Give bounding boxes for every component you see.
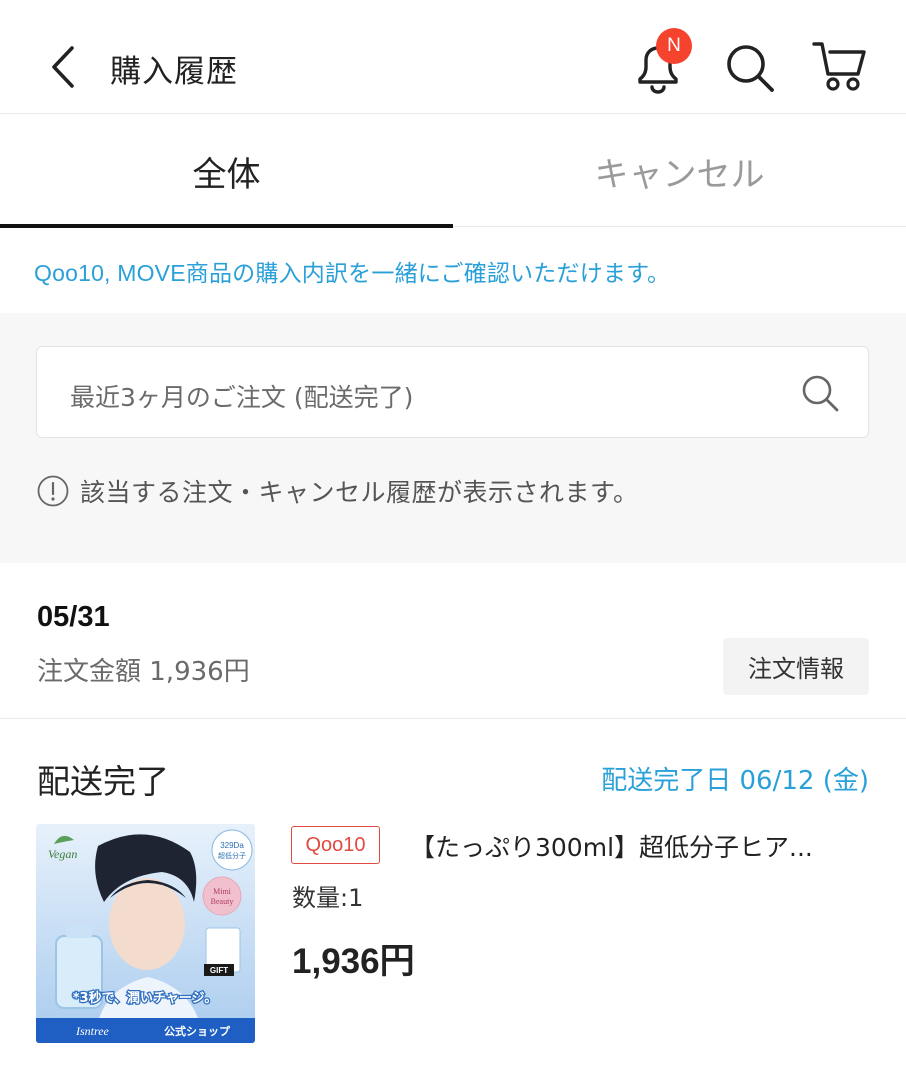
award-line1: Mimi: [213, 887, 232, 896]
search-icon[interactable]: [718, 34, 782, 98]
gift-label: GIFT: [210, 966, 228, 975]
order-date: 05/31: [37, 601, 110, 633]
search-section: 最近3ヶ月のご注文 (配送完了) 該当する注文・キャンセル履歴が表示されます。: [0, 313, 906, 563]
back-chevron-left-icon[interactable]: [40, 42, 86, 92]
top-header: 購入履歴 N: [0, 0, 906, 114]
tab-all-label: 全体: [192, 154, 261, 195]
info-line: 該当する注文・キャンセル履歴が表示されます。: [36, 473, 639, 509]
tagline: *3秒で、潤いチャージ。: [73, 990, 218, 1006]
product-image[interactable]: Vegan 329Da 超低分子 Mimi Beauty GIFT *3秒で、潤…: [36, 824, 255, 1043]
order-amount: 注文金額 1,936円: [37, 657, 250, 687]
cart-icon[interactable]: [808, 34, 872, 98]
info-exclamation-icon: [37, 475, 69, 507]
vegan-label: Vegan: [48, 847, 77, 861]
order-search-input[interactable]: 最近3ヶ月のご注文 (配送完了): [36, 346, 869, 438]
award-line2: Beauty: [211, 897, 234, 906]
tab-bar: 全体 キャンセル: [0, 115, 906, 228]
search-icon[interactable]: [798, 371, 842, 415]
product-price: 1,936円: [292, 942, 415, 981]
brand-label: Isntree: [75, 1024, 110, 1038]
notification-badge: N: [656, 28, 692, 64]
notice-text: Qoo10, MOVE商品の購入内訳を一緒にご確認いただけます。: [34, 260, 671, 286]
molecule-label: 超低分子: [218, 851, 246, 860]
page-title: 購入履歴: [110, 54, 238, 90]
tab-all[interactable]: 全体: [0, 115, 453, 228]
qoo10-platform-badge: Qoo10: [291, 826, 380, 864]
delivery-date: 配送完了日 06/12 (金): [601, 766, 869, 796]
order-info-button[interactable]: 注文情報: [723, 638, 869, 695]
active-tab-indicator: [0, 224, 453, 228]
tab-cancel[interactable]: キャンセル: [453, 115, 906, 227]
product-quantity: 数量:1: [292, 884, 364, 912]
shop-label: 公式ショップ: [164, 1024, 231, 1038]
tab-cancel-label: キャンセル: [594, 154, 765, 195]
delivery-status: 配送完了: [37, 762, 169, 801]
product-name[interactable]: 【たっぷり300ml】超低分子ヒア...: [410, 828, 870, 864]
divider: [0, 718, 906, 719]
info-text: 該当する注文・キャンセル履歴が表示されます。: [80, 478, 639, 507]
search-placeholder: 最近3ヶ月のご注文 (配送完了): [70, 383, 414, 412]
dalton-label: 329Da: [220, 841, 244, 850]
